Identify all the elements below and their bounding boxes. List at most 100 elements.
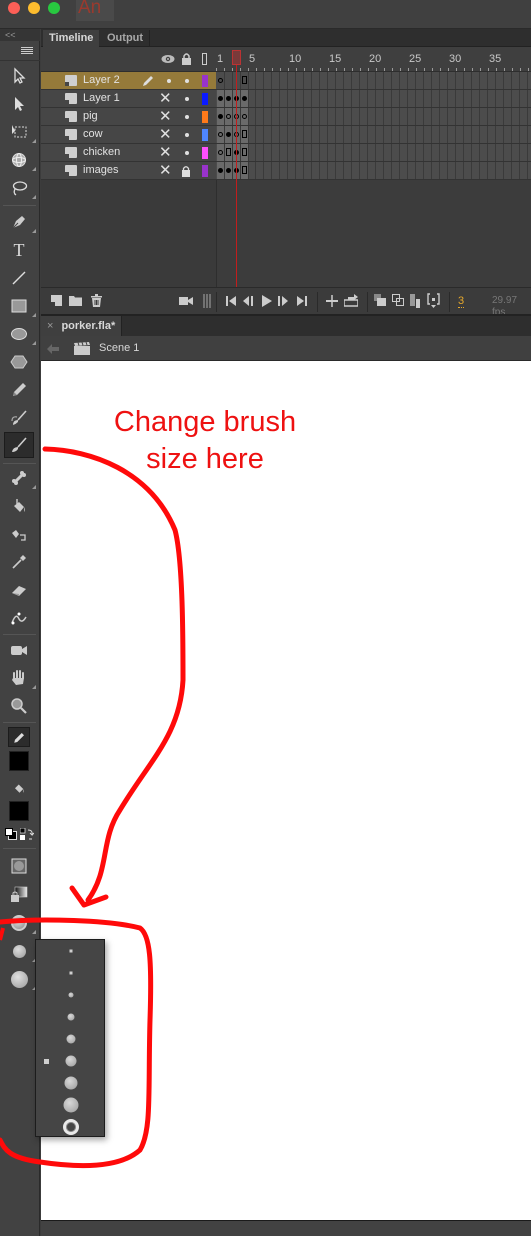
layer-name[interactable]: cow — [83, 128, 103, 140]
camera-icon[interactable] — [179, 296, 193, 306]
eraser-tool[interactable] — [4, 577, 34, 603]
edit-multiple-frames-icon[interactable] — [410, 294, 420, 308]
layer-name[interactable]: Layer 2 — [83, 74, 120, 86]
playhead[interactable] — [232, 50, 241, 65]
frame-cell[interactable] — [233, 162, 241, 179]
frame-cell[interactable] — [233, 108, 241, 125]
text-tool[interactable]: T — [4, 237, 34, 263]
brush-size-option[interactable] — [36, 984, 106, 1006]
frame-cell[interactable] — [241, 162, 249, 179]
frame-cell[interactable] — [241, 90, 249, 107]
brush-size-option[interactable] — [36, 1094, 106, 1116]
frame-cell[interactable] — [241, 108, 249, 125]
onion-skin-icon[interactable] — [374, 294, 386, 306]
frame-view-icon[interactable] — [203, 294, 211, 308]
polystar-tool[interactable] — [4, 349, 34, 375]
stage-scrollbar[interactable] — [41, 1220, 531, 1236]
tab-output[interactable]: Output — [101, 30, 151, 47]
paint-bucket-tool[interactable] — [4, 493, 34, 519]
layer-name[interactable]: images — [83, 164, 118, 176]
new-folder-icon[interactable] — [69, 295, 82, 306]
brush-size-option[interactable] — [36, 940, 106, 962]
current-frame-field[interactable]: 3 — [458, 295, 465, 308]
pen-tool[interactable] — [4, 209, 36, 235]
frame-row[interactable] — [216, 90, 531, 108]
subselection-tool[interactable] — [4, 91, 34, 117]
brush-size-option[interactable] — [36, 1072, 106, 1094]
zoom-window-button[interactable] — [48, 2, 60, 14]
lock-icon[interactable] — [181, 165, 191, 177]
frame-cell[interactable] — [225, 162, 233, 179]
layer-outline-color[interactable] — [202, 75, 208, 87]
layer-row[interactable]: chicken ✕ — [41, 144, 216, 162]
lock-dot[interactable] — [185, 133, 189, 137]
frame-row[interactable] — [216, 126, 531, 144]
eyedropper-tool[interactable] — [4, 549, 34, 575]
hidden-x-icon[interactable]: ✕ — [159, 162, 172, 180]
outline-all-icon[interactable] — [202, 53, 207, 65]
brush-size-option[interactable] — [36, 962, 106, 984]
brush-size-option[interactable] — [36, 1028, 106, 1050]
layer-outline-color[interactable] — [202, 147, 208, 159]
center-frame-icon[interactable] — [326, 295, 338, 307]
close-tab-icon[interactable]: × — [47, 320, 53, 332]
lock-dot[interactable] — [185, 79, 189, 83]
frame-cell[interactable] — [225, 144, 233, 161]
frame-row[interactable] — [216, 162, 531, 180]
frame-cell[interactable] — [217, 108, 225, 125]
stroke-color-swatch[interactable] — [9, 751, 29, 771]
fill-color-swatch[interactable] — [9, 801, 29, 821]
play-icon[interactable] — [262, 295, 272, 307]
step-back-icon[interactable] — [243, 296, 256, 306]
frame-cell[interactable] — [225, 72, 233, 89]
layer-name[interactable]: Layer 1 — [83, 92, 120, 104]
line-tool[interactable] — [4, 265, 34, 291]
width-tool[interactable] — [4, 605, 34, 631]
stage-canvas[interactable] — [41, 361, 531, 1220]
frames-grid[interactable] — [216, 72, 531, 180]
lock-dot[interactable] — [185, 115, 189, 119]
frame-cell[interactable] — [217, 72, 225, 89]
oval-tool[interactable] — [4, 321, 36, 347]
layer-row[interactable]: cow ✕ — [41, 126, 216, 144]
frame-cell[interactable] — [241, 72, 249, 89]
brush-size-option[interactable] — [36, 1006, 106, 1028]
go-to-last-frame-icon[interactable] — [297, 296, 308, 306]
layer-outline-color[interactable] — [202, 129, 208, 141]
hidden-x-icon[interactable]: ✕ — [159, 144, 172, 162]
scene-label[interactable]: Scene 1 — [99, 342, 139, 354]
brush-size-option[interactable] — [36, 1050, 106, 1072]
frame-cell[interactable] — [233, 90, 241, 107]
frame-row[interactable] — [216, 144, 531, 162]
zoom-tool[interactable] — [4, 693, 34, 719]
layer-name[interactable]: chicken — [83, 146, 120, 158]
lock-all-icon[interactable] — [181, 52, 192, 65]
modify-markers-icon[interactable] — [427, 293, 440, 308]
frame-cell[interactable] — [241, 126, 249, 143]
lock-dot[interactable] — [185, 151, 189, 155]
ink-bottle-tool[interactable] — [4, 521, 34, 547]
hidden-x-icon[interactable]: ✕ — [159, 90, 172, 108]
visibility-dot[interactable] — [167, 79, 171, 83]
brush-tool[interactable] — [4, 432, 34, 458]
bone-tool[interactable] — [4, 465, 36, 491]
lock-fill-button[interactable] — [4, 881, 34, 907]
lock-dot[interactable] — [185, 97, 189, 101]
frame-cell[interactable] — [217, 90, 225, 107]
go-to-first-frame-icon[interactable] — [226, 296, 237, 306]
frame-cell[interactable] — [217, 126, 225, 143]
delete-layer-icon[interactable] — [91, 294, 102, 307]
frame-cell[interactable] — [233, 72, 241, 89]
layer-row[interactable]: Layer 2 — [41, 72, 216, 90]
layer-outline-color[interactable] — [202, 93, 208, 105]
pencil-tool[interactable] — [4, 377, 34, 403]
layer-name[interactable]: pig — [83, 110, 98, 122]
minimize-window-button[interactable] — [28, 2, 40, 14]
layer-outline-color[interactable] — [202, 111, 208, 123]
loop-icon[interactable] — [344, 294, 358, 307]
layer-row[interactable]: Layer 1 ✕ — [41, 90, 216, 108]
step-forward-icon[interactable] — [278, 296, 291, 306]
show-hide-all-icon[interactable] — [161, 54, 175, 64]
layer-outline-color[interactable] — [202, 165, 208, 177]
onion-skin-outlines-icon[interactable] — [392, 294, 404, 306]
